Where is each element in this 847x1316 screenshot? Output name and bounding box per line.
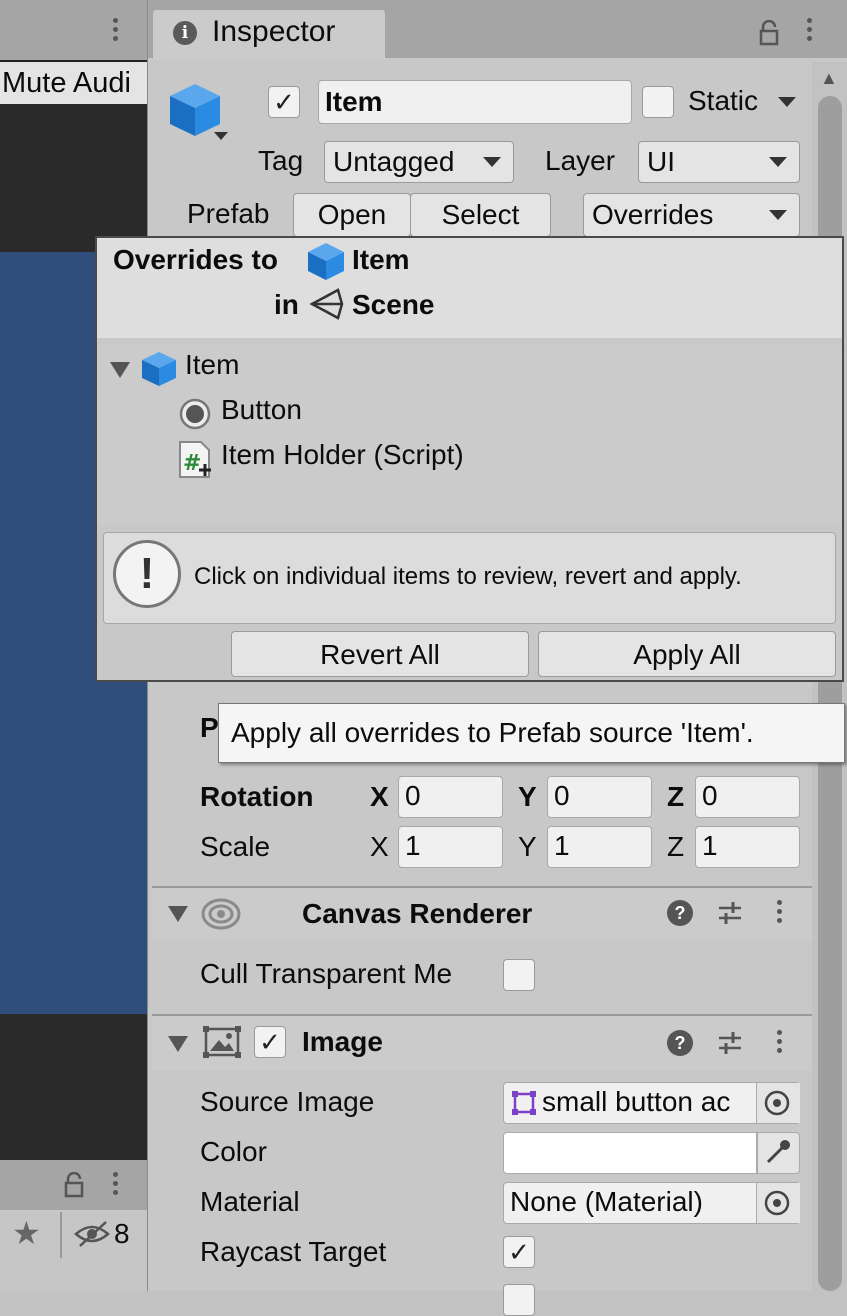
static-checkbox[interactable] xyxy=(642,86,674,118)
tree-item-root[interactable]: Item xyxy=(185,349,239,381)
image-title: Image xyxy=(302,1026,383,1057)
overrides-label: Overrides xyxy=(592,199,714,230)
scale-x-label[interactable]: X xyxy=(370,831,389,863)
source-image-value: small button ac xyxy=(542,1086,731,1117)
raycast-target-checkbox[interactable]: ✓ xyxy=(503,1236,535,1268)
chevron-down-icon xyxy=(769,157,787,167)
prefab-open-button[interactable]: Open xyxy=(293,193,411,237)
rotation-x-label[interactable]: X xyxy=(370,781,389,813)
prefab-label: Prefab xyxy=(187,198,270,229)
static-dropdown-caret-icon[interactable] xyxy=(778,97,796,107)
cull-transparent-label: Cull Transparent Me xyxy=(200,958,453,989)
raycast-target-label: Raycast Target xyxy=(200,1236,387,1267)
prefab-select-button[interactable]: Select xyxy=(410,193,551,237)
rotation-y-field[interactable]: 0 xyxy=(547,776,652,818)
sliders-icon[interactable] xyxy=(717,900,743,926)
overrides-title-object: Item xyxy=(352,244,410,275)
apply-all-button[interactable]: Apply All xyxy=(538,631,836,677)
hidden-eye-icon[interactable] xyxy=(74,1220,112,1248)
help-icon[interactable]: ? xyxy=(667,900,693,926)
toolbar-divider xyxy=(60,1212,62,1258)
material-value: None (Material) xyxy=(510,1186,703,1217)
tag-label: Tag xyxy=(258,145,304,176)
tag-dropdown[interactable]: Untagged xyxy=(324,141,514,183)
rotation-z-label[interactable]: Z xyxy=(667,781,684,813)
tree-item-button[interactable]: Button xyxy=(221,394,302,426)
apply-all-tooltip: Apply all overrides to Prefab source 'It… xyxy=(218,703,845,763)
next-checkbox-partial[interactable] xyxy=(503,1284,535,1316)
position-label-partial: P xyxy=(200,712,219,743)
cube-icon xyxy=(170,84,228,140)
rotation-z-field[interactable]: 0 xyxy=(695,776,800,818)
hidden-count: 8 xyxy=(114,1218,130,1249)
material-label: Material xyxy=(200,1186,300,1217)
image-icon xyxy=(203,1026,241,1058)
scale-x-field[interactable]: 1 xyxy=(398,826,503,868)
inspector-tab-label: Inspector xyxy=(212,15,336,48)
color-label: Color xyxy=(200,1136,267,1167)
scene-background-lower xyxy=(0,1014,148,1160)
scale-z-label[interactable]: Z xyxy=(667,831,684,863)
scene-background xyxy=(0,104,148,252)
lock-icon[interactable] xyxy=(759,20,779,46)
inspector-menu-kebab-icon[interactable] xyxy=(807,18,813,45)
scene-menu-kebab-icon[interactable] xyxy=(113,18,119,45)
star-icon[interactable]: ★ xyxy=(12,1214,41,1252)
eyedropper-icon[interactable] xyxy=(764,1138,792,1166)
component-menu-kebab-icon[interactable] xyxy=(777,1030,783,1057)
scale-y-label[interactable]: Y xyxy=(518,831,537,863)
target-icon[interactable] xyxy=(764,1190,790,1216)
script-icon: # xyxy=(179,441,211,478)
help-icon[interactable]: ? xyxy=(667,1030,693,1056)
overrides-dropdown[interactable]: Overrides xyxy=(583,193,800,237)
sprite-icon xyxy=(512,1091,536,1115)
tag-value: Untagged xyxy=(333,146,455,177)
overrides-title-prefix: Overrides to xyxy=(113,244,278,275)
eye-icon xyxy=(201,898,241,930)
scene-toolbar xyxy=(0,0,148,60)
canvas-renderer-title: Canvas Renderer xyxy=(302,898,533,929)
image-header[interactable] xyxy=(152,1014,812,1070)
svg-text:#: # xyxy=(183,451,201,476)
scale-z-field[interactable]: 1 xyxy=(695,826,800,868)
chevron-down-icon xyxy=(769,210,787,220)
chevron-down-icon xyxy=(483,157,501,167)
overrides-in-label: in xyxy=(274,289,299,320)
overrides-help-text: Click on individual items to review, rev… xyxy=(194,563,742,590)
scale-label: Scale xyxy=(200,831,271,862)
color-swatch[interactable] xyxy=(503,1132,757,1174)
component-menu-kebab-icon[interactable] xyxy=(777,900,783,927)
info-icon: i xyxy=(173,21,197,45)
active-checkbox[interactable]: ✓ xyxy=(268,86,300,118)
cull-transparent-checkbox[interactable] xyxy=(503,959,535,991)
scroll-up-arrow-icon[interactable]: ▲ xyxy=(820,68,838,89)
rotation-x-field[interactable]: 0 xyxy=(398,776,503,818)
unity-scene-icon xyxy=(309,288,344,320)
rotation-y-label[interactable]: Y xyxy=(518,781,537,813)
tree-item-script[interactable]: Item Holder (Script) xyxy=(221,439,464,471)
foldout-arrow-icon[interactable] xyxy=(110,362,130,378)
layer-label: Layer xyxy=(545,145,616,176)
mute-audio-button[interactable]: Mute Audi xyxy=(0,62,148,104)
radio-icon xyxy=(179,398,211,430)
hierarchy-menu-kebab-icon[interactable] xyxy=(113,1172,119,1199)
scale-y-field[interactable]: 1 xyxy=(547,826,652,868)
object-name-field[interactable]: Item xyxy=(318,80,632,124)
lock-icon[interactable] xyxy=(64,1172,84,1198)
sliders-icon[interactable] xyxy=(717,1030,743,1056)
foldout-arrow-icon[interactable] xyxy=(168,1036,188,1052)
rotation-label: Rotation xyxy=(200,781,314,812)
revert-all-button[interactable]: Revert All xyxy=(231,631,529,677)
overrides-scene-label: Scene xyxy=(352,289,435,320)
static-label: Static xyxy=(688,85,759,116)
layer-dropdown[interactable]: UI xyxy=(638,141,800,183)
source-image-label: Source Image xyxy=(200,1086,375,1117)
layer-value: UI xyxy=(647,146,675,177)
warning-icon: ! xyxy=(113,540,181,608)
target-icon[interactable] xyxy=(764,1090,790,1116)
foldout-arrow-icon[interactable] xyxy=(168,906,188,922)
cube-icon xyxy=(308,243,344,280)
image-enabled-checkbox[interactable]: ✓ xyxy=(254,1026,286,1058)
cube-icon xyxy=(142,352,176,386)
